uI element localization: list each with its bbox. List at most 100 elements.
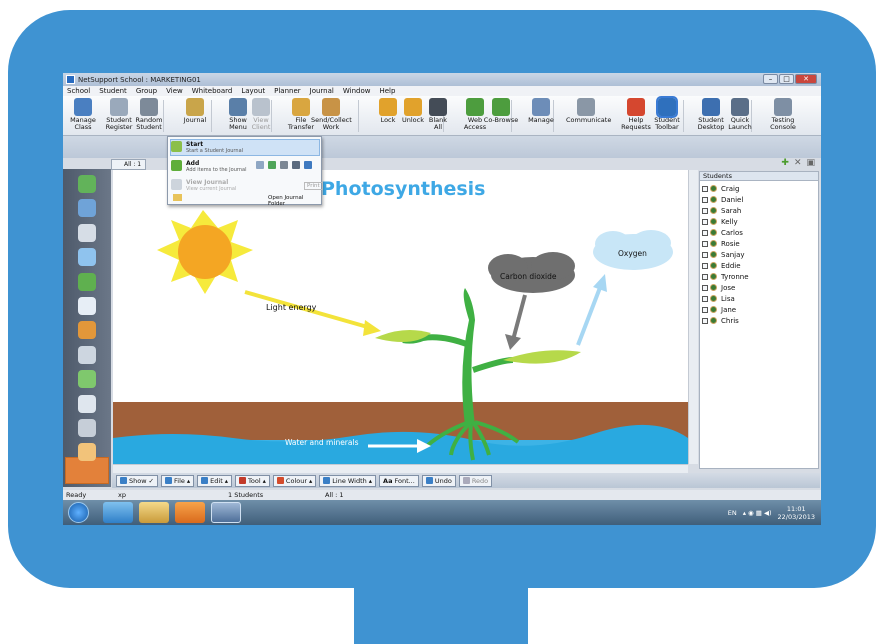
grid-icon[interactable] (78, 199, 96, 218)
cd-icon[interactable] (78, 394, 96, 413)
journal-start-item[interactable]: Start Start a Student Journal (171, 141, 243, 154)
student-item[interactable]: Jose (702, 282, 818, 293)
user-icon[interactable] (78, 370, 96, 389)
clock[interactable]: 11:01 22/03/2013 (778, 505, 815, 521)
media-player-icon[interactable] (175, 502, 205, 523)
student-item[interactable]: Sarah (702, 205, 818, 216)
sidebar-selected-item[interactable] (65, 457, 109, 484)
minimize-button[interactable]: – (763, 74, 778, 84)
line-width-button[interactable]: Line Width ▴ (319, 474, 377, 487)
toolbar-testing-console-button[interactable]: Testing Console (763, 98, 803, 131)
menu-group[interactable]: Group (136, 87, 157, 95)
colour-button[interactable]: Colour ▴ (272, 474, 317, 487)
student-checkbox[interactable] (702, 207, 708, 214)
language-indicator[interactable]: EN (728, 509, 737, 517)
student-item[interactable]: Jane (702, 304, 818, 315)
toolbar-manage-class-button[interactable]: Manage Class (63, 98, 103, 131)
menu-whiteboard[interactable]: Whiteboard (192, 87, 233, 95)
file-button[interactable]: File ▴ (161, 474, 195, 487)
vertical-scrollbar[interactable] (688, 170, 698, 464)
menu-student[interactable]: Student (99, 87, 127, 95)
student-item[interactable]: Chris (702, 315, 818, 326)
student-checkbox[interactable] (702, 295, 708, 302)
student-item[interactable]: Rosie (702, 238, 818, 249)
toolbar-manage-button[interactable]: Manage (521, 98, 561, 124)
student-checkbox[interactable] (702, 306, 708, 313)
globe-icon[interactable] (78, 272, 96, 291)
undo-button[interactable]: Undo (421, 474, 456, 487)
horizontal-scrollbar[interactable] (113, 464, 688, 473)
student-checkbox[interactable] (702, 251, 708, 258)
add-web-icon[interactable] (268, 161, 276, 169)
student-checkbox[interactable] (702, 185, 708, 192)
toolbar-quick-launch-button[interactable]: Quick Launch (720, 98, 760, 131)
toolbar-send-collect-button[interactable]: Send/Collect Work (311, 98, 352, 131)
toolbar-random-student-button[interactable]: Random Student (129, 98, 169, 131)
home-icon[interactable] (78, 175, 96, 193)
toolbar-student-toolbar-button[interactable]: Student Toolbar (647, 96, 687, 131)
explorer-icon[interactable] (139, 502, 169, 523)
journal-print-button[interactable]: Print (304, 182, 323, 190)
show-button[interactable]: Show ✓ (116, 474, 158, 487)
student-item[interactable]: Eddie (702, 260, 818, 271)
journal-add-item[interactable]: Add Add items to the Journal (171, 160, 246, 173)
ie-icon[interactable] (103, 502, 133, 523)
toolbar-co-browse-button[interactable]: Co-Browse (481, 98, 521, 124)
netsupport-task-icon[interactable] (211, 502, 241, 523)
toolbar-journal-button[interactable]: Journal (175, 98, 215, 124)
open-journal-folder-link[interactable]: Open Journal Folder (268, 195, 321, 207)
maximize-button[interactable]: □ (779, 74, 794, 84)
student-item[interactable]: Craig (702, 183, 818, 194)
tab-all[interactable]: All : 1 (111, 159, 146, 170)
redo-button[interactable]: Redo (458, 474, 493, 487)
menu-school[interactable]: School (67, 87, 90, 95)
menu-planner[interactable]: Planner (274, 87, 301, 95)
student-item[interactable]: Carlos (702, 227, 818, 238)
toolbar-view-client-button[interactable]: View Client (241, 98, 281, 131)
add-note-icon[interactable] (280, 161, 288, 169)
headphones-icon[interactable] (78, 223, 96, 242)
close-icon[interactable]: ✕ (794, 159, 802, 168)
add-icon[interactable]: ✚ (781, 159, 789, 168)
student-item[interactable]: Kelly (702, 216, 818, 227)
menu-view[interactable]: View (166, 87, 183, 95)
journal-view-item[interactable]: View Journal View current Journal (171, 179, 236, 192)
calendar-icon[interactable] (78, 297, 96, 315)
student-checkbox[interactable] (702, 196, 708, 203)
add-whiteboard-icon[interactable] (304, 161, 312, 169)
chart-icon[interactable] (78, 321, 96, 340)
student-checkbox[interactable] (702, 317, 708, 324)
student-item[interactable]: Lisa (702, 293, 818, 304)
add-document-icon[interactable] (256, 161, 264, 169)
student-checkbox[interactable] (702, 240, 708, 247)
menu-help[interactable]: Help (379, 87, 395, 95)
student-checkbox[interactable] (702, 273, 708, 280)
student-item[interactable]: Daniel (702, 194, 818, 205)
menu-journal[interactable]: Journal (310, 87, 334, 95)
menu-window[interactable]: Window (343, 87, 371, 95)
add-screenshot-icon[interactable] (292, 161, 300, 169)
student-checkbox[interactable] (702, 284, 708, 291)
help-icon[interactable] (78, 248, 96, 267)
font-button[interactable]: Aa Font... (379, 474, 419, 487)
student-checkbox[interactable] (702, 262, 708, 269)
toolbar-communicate-button[interactable]: Communicate (566, 98, 611, 124)
keyboard-icon[interactable] (78, 419, 96, 437)
printer-icon[interactable] (78, 345, 96, 364)
student-avatar-icon (710, 317, 717, 324)
tray-icons[interactable]: ▴ ◉ ▦ ◀) (743, 509, 772, 517)
undo-icon (425, 477, 433, 484)
tool-button[interactable]: Tool ▴ (235, 474, 270, 487)
edit-button[interactable]: Edit ▴ (197, 474, 233, 487)
toolbar-blank-all-button[interactable]: Blank All (418, 98, 458, 131)
close-button[interactable]: ✕ (795, 74, 817, 84)
whiteboard-canvas[interactable]: Light energy Photosynthesis Carbon dioxi… (113, 170, 688, 464)
whiteboard-icon[interactable] (78, 443, 96, 462)
start-button[interactable] (68, 502, 89, 523)
student-checkbox[interactable] (702, 229, 708, 236)
student-item[interactable]: Sanjay (702, 249, 818, 260)
settings-icon[interactable]: ▣ (806, 159, 815, 168)
student-item[interactable]: Tyronne (702, 271, 818, 282)
menu-layout[interactable]: Layout (241, 87, 265, 95)
student-checkbox[interactable] (702, 218, 708, 225)
